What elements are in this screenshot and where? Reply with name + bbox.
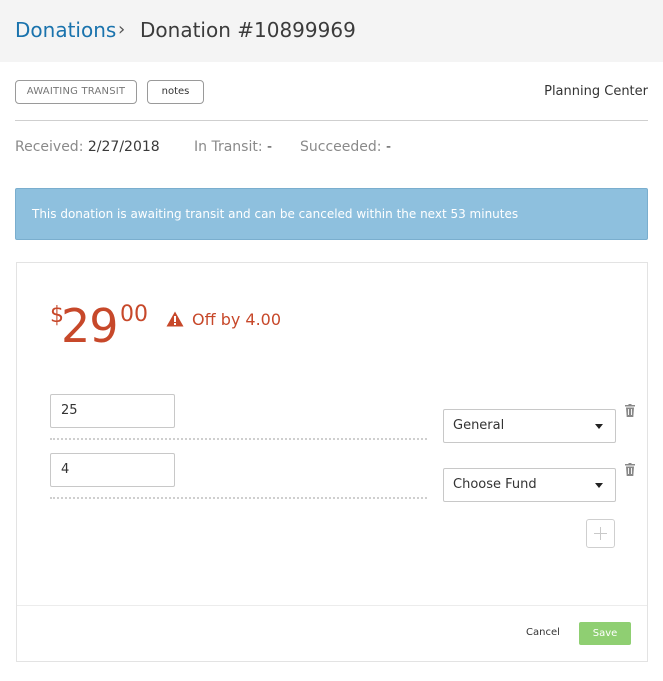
fund-select[interactable]: Choose Fund <box>443 468 616 502</box>
succeeded-label: Succeeded: <box>300 139 382 155</box>
breadcrumb-separator-icon: › <box>118 19 126 40</box>
amount-cents: 00 <box>120 302 148 327</box>
row-divider <box>50 438 427 440</box>
breadcrumb: Donations › Donation #10899969 <box>0 0 663 62</box>
received-label: Received: <box>15 139 84 155</box>
in-transit-value: - <box>267 139 273 155</box>
notes-button[interactable]: notes <box>147 80 204 104</box>
fund-select-value: Choose Fund <box>453 477 537 492</box>
received-date: Received: 2/27/2018 <box>15 139 160 155</box>
succeeded-value: - <box>385 139 391 155</box>
trash-icon[interactable] <box>625 463 635 476</box>
in-transit-date: In Transit: - <box>194 139 272 155</box>
header-divider <box>15 120 648 121</box>
in-transit-label: In Transit: <box>194 139 263 155</box>
organization-name: Planning Center <box>544 84 648 99</box>
succeeded-date: Succeeded: - <box>300 139 391 155</box>
designation-amount-input[interactable]: 25 <box>50 394 175 428</box>
row-divider <box>50 497 427 499</box>
caret-down-icon <box>595 483 603 488</box>
fund-select-value: General <box>453 418 505 433</box>
status-badge: AWAITING TRANSIT <box>15 80 137 104</box>
breadcrumb-donations-link[interactable]: Donations <box>15 18 116 42</box>
plus-icon-stroke <box>600 527 601 540</box>
warning-text: Off by 4.00 <box>192 310 282 329</box>
page-title: Donation #10899969 <box>140 18 356 42</box>
received-value: 2/27/2018 <box>87 139 160 155</box>
trash-icon[interactable] <box>625 404 635 417</box>
transit-alert: This donation is awaiting transit and ca… <box>15 188 648 240</box>
warning-icon <box>166 311 184 327</box>
donation-card: $ 29 00 Off by 4.00 25 General 4 Choose … <box>16 262 648 662</box>
footer-divider <box>17 605 647 606</box>
save-button[interactable]: Save <box>579 622 631 645</box>
add-designation-button[interactable] <box>586 519 615 548</box>
fund-select[interactable]: General <box>443 409 616 443</box>
designation-amount-input[interactable]: 4 <box>50 453 175 487</box>
cancel-button[interactable]: Cancel <box>526 627 560 638</box>
amount-whole: 29 <box>61 299 119 353</box>
caret-down-icon <box>595 424 603 429</box>
